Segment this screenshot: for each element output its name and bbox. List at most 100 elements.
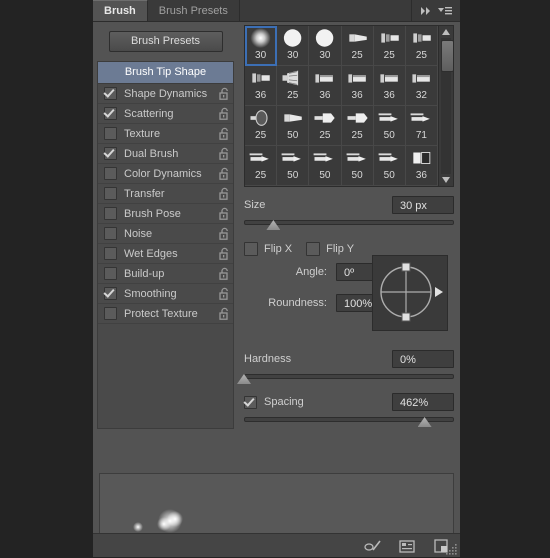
scrollbar-thumb[interactable] (441, 40, 453, 72)
brush-tip-cell[interactable]: 36 (341, 66, 374, 106)
brush-tip-cell[interactable] (277, 186, 309, 187)
brush-tip-cell[interactable]: 50 (277, 146, 310, 186)
double-chevron-right-icon[interactable] (418, 4, 434, 18)
checkbox-3[interactable] (104, 147, 117, 160)
sidebar-item-protect-texture[interactable]: Protect Texture (98, 304, 233, 324)
sidebar-item-shape-dynamics[interactable]: Shape Dynamics (98, 84, 233, 104)
flip-y-checkbox[interactable] (306, 242, 321, 256)
brush-tip-cell[interactable]: 25 (309, 106, 342, 146)
sidebar-item-brush-tip-shape[interactable]: Brush Tip Shape (98, 62, 233, 84)
sidebar-item-smoothing[interactable]: Smoothing (98, 284, 233, 304)
sidebar-item-brush-pose[interactable]: Brush Pose (98, 204, 233, 224)
flip-y-label[interactable]: Flip Y (326, 243, 354, 255)
unlocked-padlock-icon[interactable] (215, 247, 233, 260)
panel-menu-icon[interactable] (436, 4, 454, 18)
flip-x-checkbox[interactable] (244, 242, 258, 256)
angle-roundness-area: Angle: 0º Roundness: 100% (244, 255, 454, 341)
sidebar-item-scattering[interactable]: Scattering (98, 104, 233, 124)
checkbox-9[interactable] (104, 267, 117, 280)
sidebar-item-dual-brush[interactable]: Dual Brush (98, 144, 233, 164)
checkbox-0[interactable] (104, 87, 117, 100)
unlocked-padlock-icon[interactable] (215, 167, 233, 180)
unlocked-padlock-icon[interactable] (215, 227, 233, 240)
sidebar-item-noise[interactable]: Noise (98, 224, 233, 244)
brush-tip-cell[interactable]: 50 (373, 146, 406, 186)
sidebar-item-build-up[interactable]: Build-up (98, 264, 233, 284)
checkbox-8[interactable] (104, 247, 117, 260)
checkbox-10[interactable] (104, 287, 117, 300)
brush-tip-cell[interactable]: 71 (405, 106, 438, 146)
unlocked-padlock-icon[interactable] (215, 87, 233, 100)
tab-brush[interactable]: Brush (93, 0, 148, 21)
sidebar-item-label: Brush Pose (124, 207, 181, 220)
brush-grid-scrollbar[interactable] (438, 26, 453, 186)
brush-tip-cell[interactable]: 50 (277, 106, 310, 146)
unlocked-padlock-icon[interactable] (215, 307, 233, 320)
unlocked-padlock-icon[interactable] (215, 107, 233, 120)
checkbox-6[interactable] (104, 207, 117, 220)
brush-tip-thumbnail (406, 66, 437, 90)
brush-tip-cell[interactable]: 25 (341, 106, 374, 146)
flip-x-label[interactable]: Flip X (264, 243, 292, 255)
brush-tip-cell[interactable] (245, 186, 277, 187)
sidebar-item-texture[interactable]: Texture (98, 124, 233, 144)
brush-tip-cell[interactable]: 30 (245, 26, 278, 66)
brush-tip-cell[interactable]: 25 (245, 106, 278, 146)
spacing-label[interactable]: Spacing (264, 396, 304, 408)
size-input[interactable]: 30 px (392, 196, 454, 214)
brush-tip-cell[interactable]: 25 (341, 26, 374, 66)
spacing-slider[interactable] (244, 415, 454, 427)
checkbox-7[interactable] (104, 227, 117, 240)
resize-grip-icon[interactable] (446, 543, 458, 555)
brush-tip-cell[interactable]: 36 (405, 146, 438, 186)
brush-tip-cell[interactable]: 30 (309, 26, 342, 66)
brush-tip-size-label: 50 (383, 170, 395, 181)
brush-tip-cell[interactable]: 25 (405, 26, 438, 66)
unlocked-padlock-icon[interactable] (215, 147, 233, 160)
brush-tip-cell[interactable]: 50 (309, 146, 342, 186)
brush-tip-cell[interactable] (406, 186, 438, 187)
brush-tip-cell[interactable] (374, 186, 406, 187)
brush-tip-cell[interactable]: 25 (277, 66, 310, 106)
unlocked-padlock-icon[interactable] (215, 207, 233, 220)
scroll-up-arrow-icon[interactable] (439, 26, 453, 38)
checkbox-1[interactable] (104, 107, 117, 120)
brush-tip-cell[interactable]: 36 (245, 66, 278, 106)
brush-tip-cell[interactable]: 30 (277, 26, 310, 66)
unlocked-padlock-icon[interactable] (215, 127, 233, 140)
brush-tip-thumbnail (374, 186, 405, 187)
brush-tip-cell[interactable] (342, 186, 374, 187)
spacing-checkbox[interactable] (244, 395, 257, 409)
brush-tip-grid[interactable]: 30 30 30 25 25 25 36 25 36 36 36 32 25 50 25 25 50 71 25 50… (245, 26, 438, 186)
unlocked-padlock-icon[interactable] (215, 187, 233, 200)
hardness-input[interactable]: 0% (392, 350, 454, 368)
brush-tip-cell[interactable] (309, 186, 341, 187)
hardness-slider[interactable] (237, 372, 454, 384)
sidebar-item-transfer[interactable]: Transfer (98, 184, 233, 204)
brush-tip-cell[interactable]: 36 (309, 66, 342, 106)
brush-tip-cell[interactable]: 50 (373, 106, 406, 146)
checkbox-2[interactable] (104, 127, 117, 140)
checkbox-5[interactable] (104, 187, 117, 200)
unlocked-padlock-icon[interactable] (215, 287, 233, 300)
brush-tip-cell[interactable]: 32 (405, 66, 438, 106)
brush-tip-thumbnail (342, 186, 373, 187)
brush-tip-cell[interactable]: 36 (373, 66, 406, 106)
unlocked-padlock-icon[interactable] (215, 267, 233, 280)
checkbox-4[interactable] (104, 167, 117, 180)
brush-toggle-icon[interactable] (364, 538, 382, 554)
hardness-slider-track[interactable] (244, 374, 454, 379)
scroll-down-arrow-icon[interactable] (439, 174, 453, 186)
tab-brush-presets[interactable]: Brush Presets (148, 0, 240, 21)
checkbox-11[interactable] (104, 307, 117, 320)
brush-tip-cell[interactable]: 25 (245, 146, 278, 186)
brush-presets-button[interactable]: Brush Presets (108, 31, 223, 52)
angle-roundness-widget[interactable] (372, 255, 448, 331)
sidebar-item-color-dynamics[interactable]: Color Dynamics (98, 164, 233, 184)
brush-tip-cell[interactable]: 50 (341, 146, 374, 186)
sidebar-item-wet-edges[interactable]: Wet Edges (98, 244, 233, 264)
brush-tip-cell[interactable]: 25 (373, 26, 406, 66)
size-slider[interactable] (244, 218, 454, 230)
preset-panel-icon[interactable] (398, 538, 416, 554)
spacing-input[interactable]: 462% (392, 393, 454, 411)
